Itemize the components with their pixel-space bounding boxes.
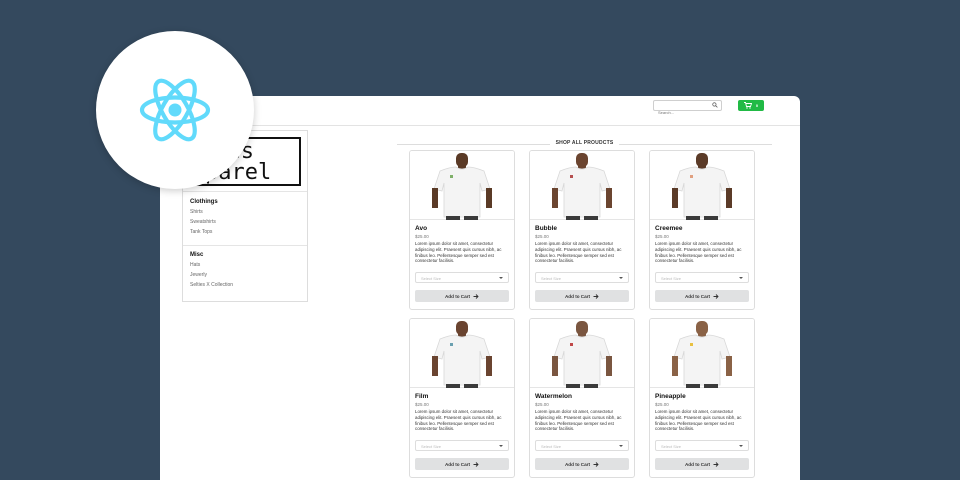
arrow-right-icon xyxy=(713,293,719,299)
shop-all-header: SHOP ALL PROUDCTS xyxy=(397,140,772,148)
add-to-cart-label: Add to Cart xyxy=(564,293,590,299)
product-price: $25.00 xyxy=(655,234,669,239)
sidebar-divider xyxy=(183,245,307,246)
product-card[interactable]: Bubble $25.00 Lorem ipsum dolor sit amet… xyxy=(529,150,635,310)
product-name[interactable]: Creemee xyxy=(655,225,682,232)
add-to-cart-button[interactable]: Add to Cart xyxy=(535,458,629,470)
sidebar-section-clothings: Clothings Shirts Sweatshirts Tank Tops xyxy=(190,199,218,239)
add-to-cart-label: Add to Cart xyxy=(564,461,590,467)
chevron-down-icon xyxy=(739,277,743,279)
product-image[interactable] xyxy=(650,319,754,388)
add-to-cart-button[interactable]: Add to Cart xyxy=(415,290,509,302)
product-image[interactable] xyxy=(650,151,754,220)
add-to-cart-label: Add to Cart xyxy=(444,293,470,299)
product-name[interactable]: Film xyxy=(415,393,428,400)
top-navbar: 0 xyxy=(160,96,800,126)
product-card[interactable]: Film $25.00 Lorem ipsum dolor sit amet, … xyxy=(409,318,515,478)
product-price: $25.00 xyxy=(535,402,549,407)
size-select[interactable]: Select Size xyxy=(415,440,509,451)
sidebar-item-shirts[interactable]: Shirts xyxy=(190,209,218,215)
size-select[interactable]: Select Size xyxy=(655,272,749,283)
product-name[interactable]: Pineapple xyxy=(655,393,686,400)
size-select-placeholder: Select Size xyxy=(541,276,562,281)
product-image[interactable] xyxy=(530,151,634,220)
react-logo-icon xyxy=(139,78,211,142)
product-description: Lorem ipsum dolor sit amet, consectetur … xyxy=(415,241,502,264)
chevron-down-icon xyxy=(499,445,503,447)
product-name[interactable]: Avo xyxy=(415,225,427,232)
product-card[interactable]: Creemee $25.00 Lorem ipsum dolor sit ame… xyxy=(649,150,755,310)
product-image[interactable] xyxy=(410,319,514,388)
arrow-right-icon xyxy=(713,461,719,467)
product-description: Lorem ipsum dolor sit amet, consectetur … xyxy=(655,409,742,432)
product-image[interactable] xyxy=(530,319,634,388)
sidebar-section-misc: Misc Hats Jewerly Selties X Collection xyxy=(190,252,233,292)
product-card[interactable]: Avo $25.00 Lorem ipsum dolor sit amet, c… xyxy=(409,150,515,310)
product-name[interactable]: Watermelon xyxy=(535,393,572,400)
arrow-right-icon xyxy=(473,461,479,467)
search-icon[interactable] xyxy=(712,102,718,108)
add-to-cart-button[interactable]: Add to Cart xyxy=(415,458,509,470)
size-select-placeholder: Select Size xyxy=(541,444,562,449)
add-to-cart-label: Add to Cart xyxy=(684,461,710,467)
cart-icon xyxy=(743,102,752,109)
product-card[interactable]: Pineapple $25.00 Lorem ipsum dolor sit a… xyxy=(649,318,755,478)
product-price: $25.00 xyxy=(655,402,669,407)
sidebar-item-tank-tops[interactable]: Tank Tops xyxy=(190,229,218,235)
size-select[interactable]: Select Size xyxy=(535,440,629,451)
arrow-right-icon xyxy=(473,293,479,299)
size-select[interactable]: Select Size xyxy=(535,272,629,283)
product-name[interactable]: Bubble xyxy=(535,225,557,232)
product-price: $25.00 xyxy=(535,234,549,239)
sidebar-item-sweatshirts[interactable]: Sweatshirts xyxy=(190,219,218,225)
cart-button[interactable]: 0 xyxy=(738,100,764,111)
search-box[interactable] xyxy=(653,100,722,117)
sidebar-divider xyxy=(183,191,307,192)
product-description: Lorem ipsum dolor sit amet, consectetur … xyxy=(655,241,742,264)
size-select-placeholder: Select Size xyxy=(661,444,682,449)
size-select-placeholder: Select Size xyxy=(421,444,442,449)
cart-count: 0 xyxy=(755,103,759,108)
add-to-cart-label: Add to Cart xyxy=(444,461,470,467)
add-to-cart-button[interactable]: Add to Cart xyxy=(655,458,749,470)
product-price: $25.00 xyxy=(415,234,429,239)
size-select-placeholder: Select Size xyxy=(421,276,442,281)
sidebar-item-hats[interactable]: Hats xyxy=(190,262,233,268)
add-to-cart-button[interactable]: Add to Cart xyxy=(535,290,629,302)
product-card[interactable]: Watermelon $25.00 Lorem ipsum dolor sit … xyxy=(529,318,635,478)
arrow-right-icon xyxy=(593,293,599,299)
chevron-down-icon xyxy=(499,277,503,279)
sidebar-section-title: Clothings xyxy=(190,199,218,205)
chevron-down-icon xyxy=(739,445,743,447)
chevron-down-icon xyxy=(619,445,623,447)
size-select-placeholder: Select Size xyxy=(661,276,682,281)
chevron-down-icon xyxy=(619,277,623,279)
size-select[interactable]: Select Size xyxy=(415,272,509,283)
size-select[interactable]: Select Size xyxy=(655,440,749,451)
sidebar-item-jewerly[interactable]: Jewerly xyxy=(190,272,233,278)
search-input[interactable] xyxy=(654,108,710,117)
add-to-cart-button[interactable]: Add to Cart xyxy=(655,290,749,302)
sidebar-section-title: Misc xyxy=(190,252,204,258)
arrow-right-icon xyxy=(593,461,599,467)
product-price: $25.00 xyxy=(415,402,429,407)
product-description: Lorem ipsum dolor sit amet, consectetur … xyxy=(535,241,622,264)
product-description: Lorem ipsum dolor sit amet, consectetur … xyxy=(535,409,622,432)
sidebar-item-selties-x-collection[interactable]: Selties X Collection xyxy=(190,282,233,288)
app-window: 0 ties parel Clothings Shirts Sweatshirt… xyxy=(160,96,800,480)
react-badge xyxy=(96,31,254,189)
product-description: Lorem ipsum dolor sit amet, consectetur … xyxy=(415,409,502,432)
page-title: SHOP ALL PROUDCTS xyxy=(397,140,772,146)
product-image[interactable] xyxy=(410,151,514,220)
add-to-cart-label: Add to Cart xyxy=(684,293,710,299)
